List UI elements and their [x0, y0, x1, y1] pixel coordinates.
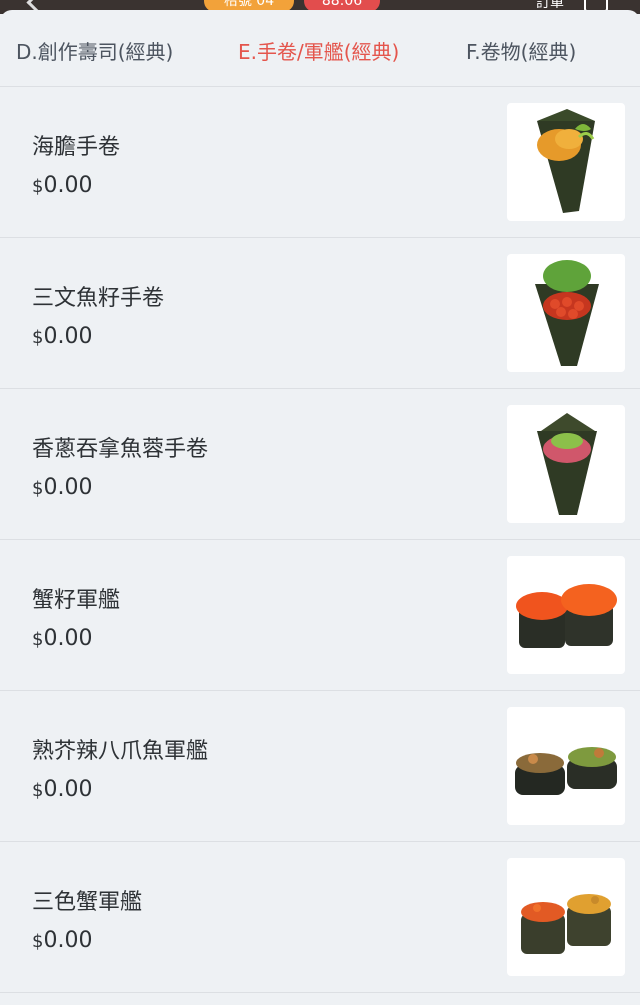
category-tabs: D.創作壽司(經典) E.手卷/軍艦(經典) F.卷物(經典)	[0, 10, 640, 87]
menu-item[interactable]: 香蔥吞拿魚蓉手卷 $0.00	[0, 389, 640, 540]
menu-item[interactable]: 三色蟹軍艦 $0.00	[0, 842, 640, 993]
currency-symbol: $	[32, 478, 44, 499]
menu-item[interactable]: 蟹籽軍艦 $0.00	[0, 540, 640, 691]
tab-hand-roll-gunkan[interactable]: E.手卷/軍艦(經典)	[238, 36, 399, 65]
currency-symbol: $	[32, 176, 44, 197]
menu-item[interactable]: 熟芥辣八爪魚軍艦 $0.00	[0, 691, 640, 842]
currency-symbol: $	[32, 629, 44, 650]
salmon-roe-hand-roll-image[interactable]	[507, 254, 625, 372]
tab-maki-rolls[interactable]: F.卷物(經典)	[466, 36, 576, 65]
item-name: 三文魚籽手卷	[32, 286, 165, 311]
item-name: 海膽手卷	[32, 135, 121, 160]
item-price: $0.00	[32, 626, 92, 651]
menu-item[interactable]: 海膽手卷 $0.00	[0, 87, 640, 238]
price-value: 0.00	[43, 928, 93, 953]
tab-creative-sushi[interactable]: D.創作壽司(經典)	[16, 36, 173, 65]
negitoro-hand-roll-image[interactable]	[507, 405, 625, 523]
item-price: $0.00	[32, 928, 92, 953]
item-price: $0.00	[32, 173, 92, 198]
item-price: $0.00	[32, 777, 92, 802]
item-name: 蟹籽軍艦	[32, 588, 121, 613]
price-value: 0.00	[43, 777, 93, 802]
menu-panel: D.創作壽司(經典) E.手卷/軍艦(經典) F.卷物(經典) 海膽手卷 $0.…	[0, 10, 640, 1005]
price-value: 0.00	[43, 173, 93, 198]
item-price: $0.00	[32, 324, 92, 349]
sea-urchin-hand-roll-image[interactable]	[507, 103, 625, 221]
price-value: 0.00	[43, 475, 93, 500]
item-name: 熟芥辣八爪魚軍艦	[32, 739, 209, 764]
tricolor-crab-gunkan-image[interactable]	[507, 858, 625, 976]
item-name: 三色蟹軍艦	[32, 890, 143, 915]
menu-item[interactable]: 三文魚籽手卷 $0.00	[0, 238, 640, 389]
price-value: 0.00	[43, 324, 93, 349]
price-value: 0.00	[43, 626, 93, 651]
wasabi-octopus-gunkan-image[interactable]	[507, 707, 625, 825]
currency-symbol: $	[32, 327, 44, 348]
currency-symbol: $	[32, 931, 44, 952]
item-name: 香蔥吞拿魚蓉手卷	[32, 437, 209, 462]
crab-roe-gunkan-image[interactable]	[507, 556, 625, 674]
item-price: $0.00	[32, 475, 92, 500]
currency-symbol: $	[32, 780, 44, 801]
